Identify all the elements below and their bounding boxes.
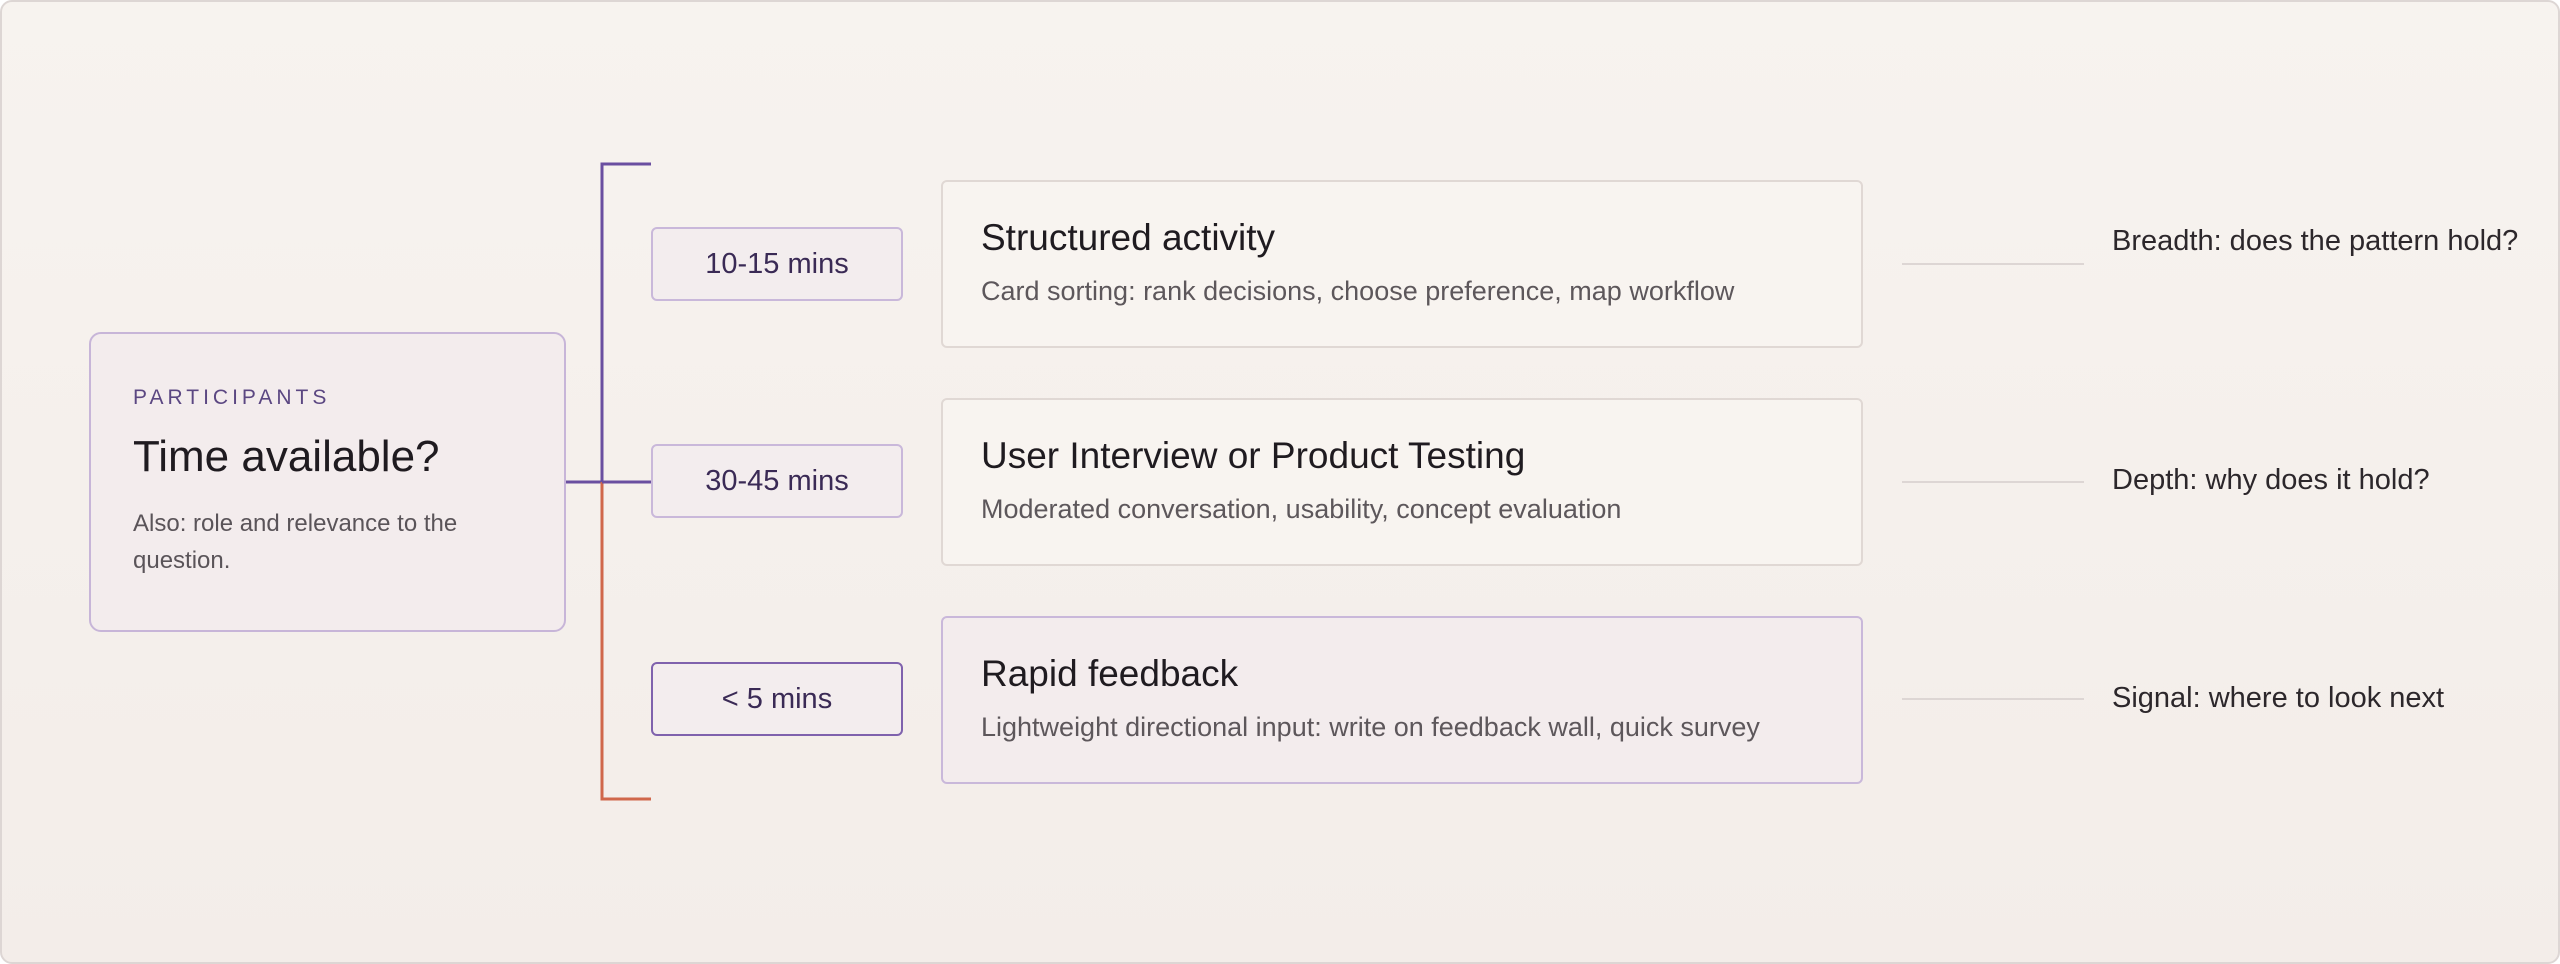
participants-eyebrow: PARTICIPANTS: [133, 386, 331, 409]
method-card-user-interview: User Interview or Product Testing Modera…: [941, 398, 1863, 566]
method-title: Structured activity: [981, 217, 1276, 258]
outcome-signal: Signal: where to look next: [2112, 682, 2445, 714]
outcome-breadth: Breadth: does the pattern hold?: [2112, 225, 2519, 257]
participants-note: Also: role and relevance to the question…: [133, 509, 458, 574]
diagram-canvas: PARTICIPANTS Time available? Also: role …: [0, 0, 2560, 964]
method-card-rapid-feedback: Rapid feedback Lightweight directional i…: [941, 616, 1863, 784]
outcome-depth: Depth: why does it hold?: [2112, 464, 2430, 496]
time-pill-30-45: 30-45 mins: [651, 444, 903, 518]
bracket-upper: [600, 162, 651, 482]
bracket-lower: [600, 482, 651, 801]
participants-title: Time available?: [133, 432, 440, 481]
time-pill-under-5: < 5 mins: [651, 662, 903, 736]
method-description: Moderated conversation, usability, conce…: [981, 494, 1622, 525]
time-pill-10-15: 10-15 mins: [651, 227, 903, 301]
method-title: User Interview or Product Testing: [981, 435, 1526, 476]
method-description: Card sorting: rank decisions, choose pre…: [981, 276, 1735, 307]
participants-card: PARTICIPANTS Time available? Also: role …: [89, 332, 566, 632]
method-title: Rapid feedback: [981, 653, 1239, 694]
method-card-structured-activity: Structured activity Card sorting: rank d…: [941, 180, 1863, 348]
method-description: Lightweight directional input: write on …: [981, 712, 1760, 743]
